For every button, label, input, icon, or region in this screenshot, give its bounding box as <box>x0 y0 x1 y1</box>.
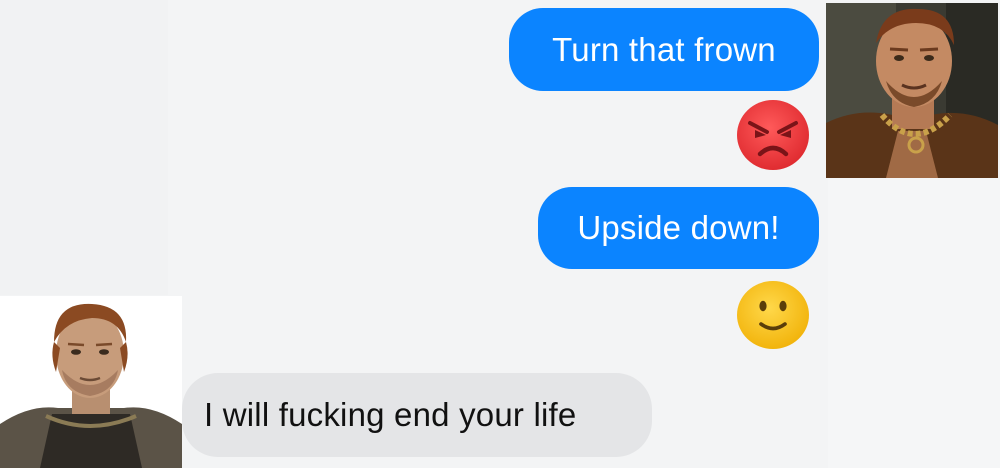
sender-avatar[interactable] <box>826 3 998 178</box>
chat-thread: Turn that frown Upside down! I will fuck… <box>0 0 1000 468</box>
sent-message-bubble[interactable]: Upside down! <box>538 187 819 269</box>
right-gutter <box>828 178 1000 468</box>
receiver-avatar[interactable] <box>0 296 182 468</box>
message-text: Upside down! <box>577 209 780 246</box>
received-message-bubble[interactable]: I will fucking end your life <box>182 373 652 457</box>
message-text: I will fucking end your life <box>204 396 577 433</box>
smiling-face-icon[interactable] <box>736 280 810 350</box>
sent-message-bubble[interactable]: Turn that frown <box>509 8 819 91</box>
angry-face-icon[interactable] <box>736 99 810 171</box>
message-text: Turn that frown <box>552 30 776 68</box>
left-gutter <box>0 0 168 295</box>
